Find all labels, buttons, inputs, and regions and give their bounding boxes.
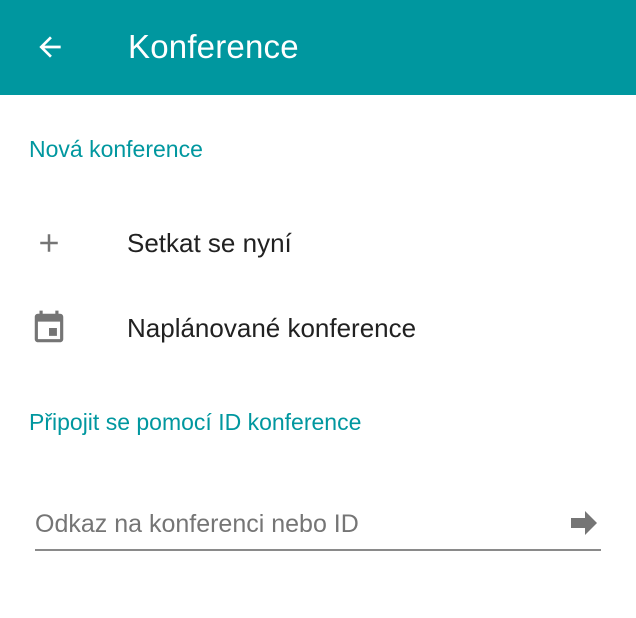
input-underline (35, 549, 601, 551)
arrow-left-icon (39, 36, 61, 58)
join-submit-button[interactable] (566, 506, 602, 540)
page-title: Konference (128, 28, 299, 65)
conference-id-input[interactable] (35, 500, 555, 548)
join-by-id-header: Připojit se pomocí ID konference (29, 409, 362, 435)
new-conference-header: Nová konference (29, 136, 203, 162)
arrow-right-icon (571, 511, 597, 535)
calendar-icon (30, 309, 68, 347)
scheduled-conferences-item[interactable]: Naplánované konference (0, 290, 636, 366)
app-bar: Konference (0, 0, 636, 95)
scheduled-conferences-label: Naplánované konference (127, 313, 417, 343)
meet-now-label: Setkat se nyní (127, 228, 292, 258)
plus-icon (30, 224, 68, 262)
conference-id-input-group (35, 500, 601, 552)
back-button[interactable] (22, 22, 78, 72)
meet-now-item[interactable]: Setkat se nyní (0, 205, 636, 281)
